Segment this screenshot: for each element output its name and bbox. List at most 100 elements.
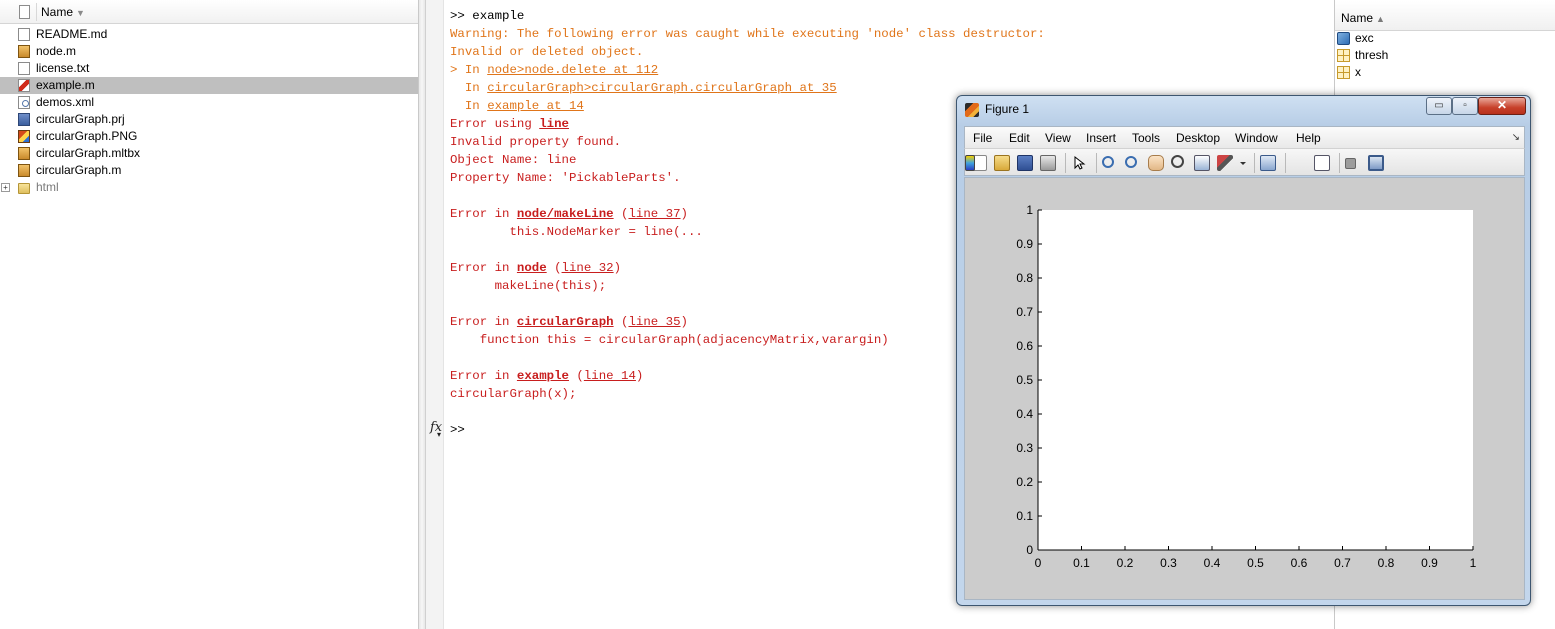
workspace-variable-row[interactable]: exc <box>1335 30 1555 47</box>
data-cursor-icon[interactable] <box>1194 155 1210 171</box>
error-link[interactable]: node>node.delete at 112 <box>487 63 658 77</box>
error-link[interactable]: circularGraph <box>517 315 614 329</box>
output-text: In <box>450 81 488 95</box>
error-link[interactable]: example <box>517 369 569 383</box>
command-output-line: Object Name: line <box>450 151 576 169</box>
panel-splitter[interactable] <box>419 0 426 629</box>
workspace-name-column-header[interactable]: Name ▲ <box>1341 11 1385 25</box>
matlab-logo-icon <box>965 103 979 117</box>
command-output-line: Error using line <box>450 115 569 133</box>
show-plot-tools-icon[interactable] <box>1368 155 1384 171</box>
output-text: Invalid or deleted object. <box>450 45 644 59</box>
y-tick-label: 0 <box>1026 543 1033 557</box>
file-row[interactable]: license.txt <box>0 60 418 77</box>
output-text: Error in <box>450 315 517 329</box>
link-plot-icon[interactable] <box>1260 155 1276 171</box>
file-row[interactable]: circularGraph.PNG <box>0 128 418 145</box>
workspace-variable-row[interactable]: thresh <box>1335 47 1555 64</box>
minimize-button[interactable]: ▭ <box>1426 97 1452 115</box>
menu-edit[interactable]: Edit <box>1009 131 1030 145</box>
figure-canvas[interactable]: 0 0.1 0.2 0.3 0.4 0.5 0.6 0.7 0.8 0.9 1 0 0.1 0.2 0.3 0… <box>964 177 1525 600</box>
rotate-3d-icon[interactable] <box>1171 155 1184 168</box>
close-button[interactable]: ✕ <box>1478 97 1526 115</box>
command-output-line: Error in node/makeLine (line 37) <box>450 205 688 223</box>
maximize-button[interactable]: ▫ <box>1452 97 1478 115</box>
output-text: >> example <box>450 9 525 23</box>
edit-plot-arrow-icon[interactable] <box>1071 155 1087 171</box>
output-text: makeLine(this); <box>450 279 607 293</box>
error-link[interactable]: circularGraph>circularGraph.circularGrap… <box>487 81 836 95</box>
file-row[interactable]: demos.xml <box>0 94 418 111</box>
zoom-out-icon[interactable] <box>1125 156 1137 168</box>
y-tick-label: 0.7 <box>1016 305 1033 319</box>
error-link[interactable]: line 32 <box>562 261 614 275</box>
toolbar-separator <box>1285 153 1286 173</box>
file-row[interactable]: circularGraph.mltbx <box>0 145 418 162</box>
output-text: Error in <box>450 261 517 275</box>
output-text: Error in <box>450 369 517 383</box>
file-list-header[interactable]: Name ▼ <box>0 0 418 24</box>
x-tick-label: 0.6 <box>1291 556 1308 570</box>
menu-insert[interactable]: Insert <box>1086 131 1116 145</box>
column-divider[interactable] <box>36 3 37 21</box>
menu-file[interactable]: File <box>973 131 992 145</box>
error-link[interactable]: line 37 <box>628 207 680 221</box>
menu-window[interactable]: Window <box>1235 131 1278 145</box>
open-file-icon[interactable] <box>994 155 1010 171</box>
error-link[interactable]: line 35 <box>628 315 680 329</box>
workspace-header[interactable]: Name ▲ <box>1335 1 1555 31</box>
output-text: ) <box>635 369 644 383</box>
command-output-line: circularGraph(x); <box>450 385 576 403</box>
y-tick-label: 0.3 <box>1016 441 1033 455</box>
axes-plot[interactable]: 0 0.1 0.2 0.3 0.4 0.5 0.6 0.7 0.8 0.9 1 0 0.1 0.2 0.3 0… <box>965 178 1526 601</box>
object-variable-icon <box>1337 32 1350 45</box>
expand-folder-icon[interactable]: + <box>1 183 10 192</box>
workspace-variable-row[interactable]: x <box>1335 64 1555 81</box>
save-icon[interactable] <box>1017 155 1033 171</box>
x-tick-label: 0.5 <box>1247 556 1264 570</box>
matlab-script-file-icon <box>18 79 30 92</box>
output-text: Error in <box>450 207 517 221</box>
file-row[interactable]: node.m <box>0 43 418 60</box>
print-icon[interactable] <box>1040 155 1056 171</box>
name-column-label: Name <box>41 5 74 19</box>
brush-icon[interactable] <box>1217 155 1233 171</box>
file-type-column-icon <box>19 5 30 19</box>
figure-title: Figure 1 <box>985 102 1030 116</box>
error-link[interactable]: node <box>517 261 547 275</box>
brush-dropdown-icon[interactable] <box>1240 155 1246 171</box>
error-link[interactable]: line 14 <box>584 369 636 383</box>
markdown-file-icon <box>18 28 30 41</box>
file-name: circularGraph.mltbx <box>36 146 141 160</box>
command-output-line: In example at 14 <box>450 97 584 115</box>
output-text: function this = circularGraph(adjacencyM… <box>450 333 889 347</box>
y-tick-label: 0.4 <box>1016 407 1033 421</box>
folder-row[interactable]: + html <box>0 179 418 196</box>
zoom-in-icon[interactable] <box>1102 156 1114 168</box>
error-link[interactable]: node/makeLine <box>517 207 614 221</box>
name-column-header[interactable]: Name ▼ <box>41 5 85 19</box>
command-output-line: Warning: The following error was caught … <box>450 25 1045 43</box>
function-browser-icon[interactable]: fx ▾ <box>430 420 442 439</box>
menu-view[interactable]: View <box>1045 131 1071 145</box>
command-output-line: >> <box>450 421 465 439</box>
menu-help[interactable]: Help <box>1296 131 1321 145</box>
hide-plot-tools-icon[interactable] <box>1345 158 1356 169</box>
file-row[interactable]: circularGraph.prj <box>0 111 418 128</box>
toolbox-file-icon <box>18 147 30 160</box>
error-link[interactable]: line <box>539 117 569 131</box>
file-row[interactable]: README.md <box>0 26 418 43</box>
figure-window[interactable]: Figure 1 ▭ ▫ ✕ ↘ File Edit View Insert Tools… <box>956 95 1531 606</box>
colorbar-icon[interactable] <box>965 155 975 171</box>
pan-hand-icon[interactable] <box>1148 155 1164 171</box>
file-row[interactable]: circularGraph.m <box>0 162 418 179</box>
y-tick-label: 1 <box>1026 203 1033 217</box>
menu-desktop[interactable]: Desktop <box>1176 131 1220 145</box>
error-link[interactable]: example at 14 <box>487 99 584 113</box>
legend-icon[interactable] <box>1314 155 1330 171</box>
menu-tools[interactable]: Tools <box>1132 131 1160 145</box>
file-row[interactable]: example.m <box>0 77 418 94</box>
axes-background[interactable] <box>1038 210 1473 550</box>
folder-icon <box>18 183 30 194</box>
menubar-grip-icon[interactable]: ↘ <box>1512 132 1520 143</box>
